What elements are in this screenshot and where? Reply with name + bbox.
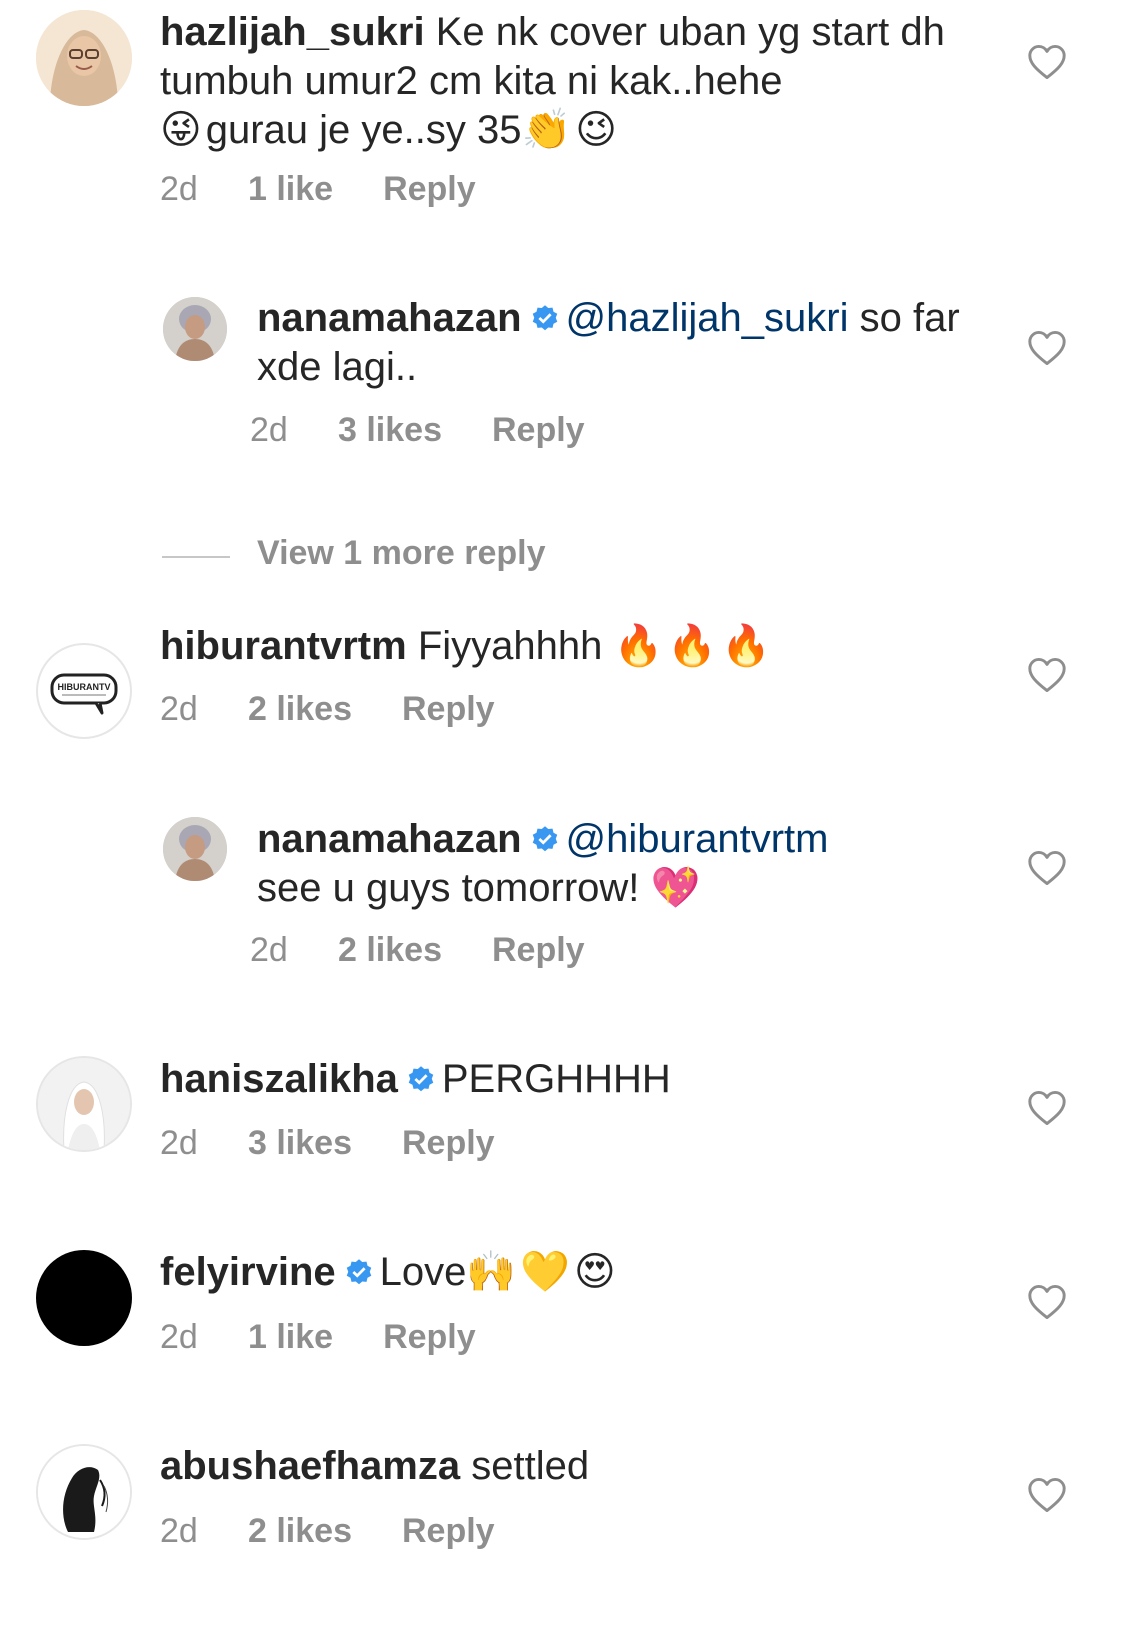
mention-link[interactable]: @hiburantvrtm	[566, 817, 829, 861]
view-more-replies[interactable]: View 1 more reply	[162, 530, 862, 580]
comment-body: abushaefhamza settled	[160, 1442, 980, 1491]
heart-outline-icon[interactable]	[1027, 850, 1067, 886]
likes-count[interactable]: 1 like	[248, 1318, 333, 1357]
verified-badge-icon	[346, 1259, 371, 1285]
likes-count[interactable]: 1 like	[248, 170, 333, 209]
reply-button[interactable]: Reply	[402, 1512, 495, 1551]
reply-button[interactable]: Reply	[383, 1318, 476, 1357]
comment-meta: 2d 3 likes Reply	[160, 1124, 495, 1163]
timestamp: 2d	[250, 411, 288, 449]
heart-outline-icon[interactable]	[1027, 330, 1067, 366]
comment-meta: 2d 3 likes Reply	[250, 411, 585, 450]
comment-meta: 2d 1 like Reply	[160, 1318, 476, 1357]
view-more-label[interactable]: View 1 more reply	[257, 534, 546, 573]
comment-text: PERGHHHH	[441, 1057, 671, 1101]
heart-outline-icon[interactable]	[1027, 1477, 1067, 1513]
username[interactable]: nanamahazan	[257, 817, 522, 861]
emoji: 🔥🔥🔥	[613, 623, 775, 669]
username[interactable]: abushaefhamza	[160, 1444, 460, 1488]
emoji: 👏😉	[521, 107, 621, 153]
comment-body: felyirvine Love🙌💛😍	[160, 1248, 980, 1297]
heart-outline-icon[interactable]	[1027, 44, 1067, 80]
likes-count[interactable]: 2 likes	[338, 931, 442, 970]
verified-badge-icon	[408, 1066, 434, 1092]
reply-button[interactable]: Reply	[492, 411, 585, 450]
likes-count[interactable]: 2 likes	[248, 1512, 352, 1551]
avatar[interactable]: HIBURANTV	[36, 643, 132, 739]
comment-meta: 2d 2 likes Reply	[160, 1512, 495, 1551]
emoji: 💖	[650, 865, 705, 911]
emoji: 🙌💛😍	[466, 1249, 620, 1295]
comment-text-continued: gurau je ye..sy 35	[205, 108, 522, 152]
avatar[interactable]	[36, 1444, 132, 1540]
comment-text: Love	[379, 1250, 467, 1294]
comment-text: see u guys tomorrow!	[257, 866, 640, 910]
comment-meta: 2d 2 likes Reply	[160, 690, 495, 729]
timestamp: 2d	[160, 1124, 198, 1162]
comment-text: settled	[471, 1444, 590, 1488]
reply-button[interactable]: Reply	[402, 690, 495, 729]
heart-outline-icon[interactable]	[1027, 1090, 1067, 1126]
heart-outline-icon[interactable]	[1027, 1284, 1067, 1320]
comment-body: nanamahazan @hiburantvrtm see u guys tomo…	[257, 815, 977, 913]
avatar[interactable]	[36, 10, 132, 106]
avatar[interactable]	[163, 817, 227, 881]
comment-body: nanamahazan @hazlijah_sukri so far xde la…	[257, 294, 977, 392]
username[interactable]: hiburantvrtm	[160, 624, 407, 668]
comment-meta: 2d 1 like Reply	[160, 170, 476, 209]
username[interactable]: nanamahazan	[257, 296, 522, 340]
avatar[interactable]	[36, 1056, 132, 1152]
reply-button[interactable]: Reply	[383, 170, 476, 209]
avatar[interactable]	[36, 1250, 132, 1346]
mention-link[interactable]: @hazlijah_sukri	[566, 296, 849, 340]
comment-body: hiburantvrtm Fiyyahhhh 🔥🔥🔥	[160, 622, 980, 671]
timestamp: 2d	[160, 1318, 198, 1356]
heart-outline-icon[interactable]	[1027, 657, 1067, 693]
verified-badge-icon	[532, 826, 557, 852]
timestamp: 2d	[160, 170, 198, 208]
comment-body: hazlijah_sukri Ke nk cover uban yg start…	[160, 8, 980, 155]
reply-button[interactable]: Reply	[492, 931, 585, 970]
comment-meta: 2d 2 likes Reply	[250, 931, 585, 970]
reply-button[interactable]: Reply	[402, 1124, 495, 1163]
avatar[interactable]	[163, 297, 227, 361]
timestamp: 2d	[160, 690, 198, 728]
comment-text: Fiyyahhhh	[417, 624, 603, 668]
likes-count[interactable]: 2 likes	[248, 690, 352, 729]
likes-count[interactable]: 3 likes	[338, 411, 442, 450]
verified-badge-icon	[532, 305, 557, 331]
emoji: 😜	[160, 107, 206, 153]
username[interactable]: felyirvine	[160, 1250, 336, 1294]
username[interactable]: hazlijah_sukri	[160, 10, 425, 54]
timestamp: 2d	[250, 931, 288, 969]
avatar-logo-text: HIBURANTV	[58, 682, 111, 692]
comment-body: haniszalikha PERGHHHH	[160, 1055, 980, 1104]
timestamp: 2d	[160, 1512, 198, 1550]
divider	[162, 556, 230, 558]
username[interactable]: haniszalikha	[160, 1057, 398, 1101]
likes-count[interactable]: 3 likes	[248, 1124, 352, 1163]
